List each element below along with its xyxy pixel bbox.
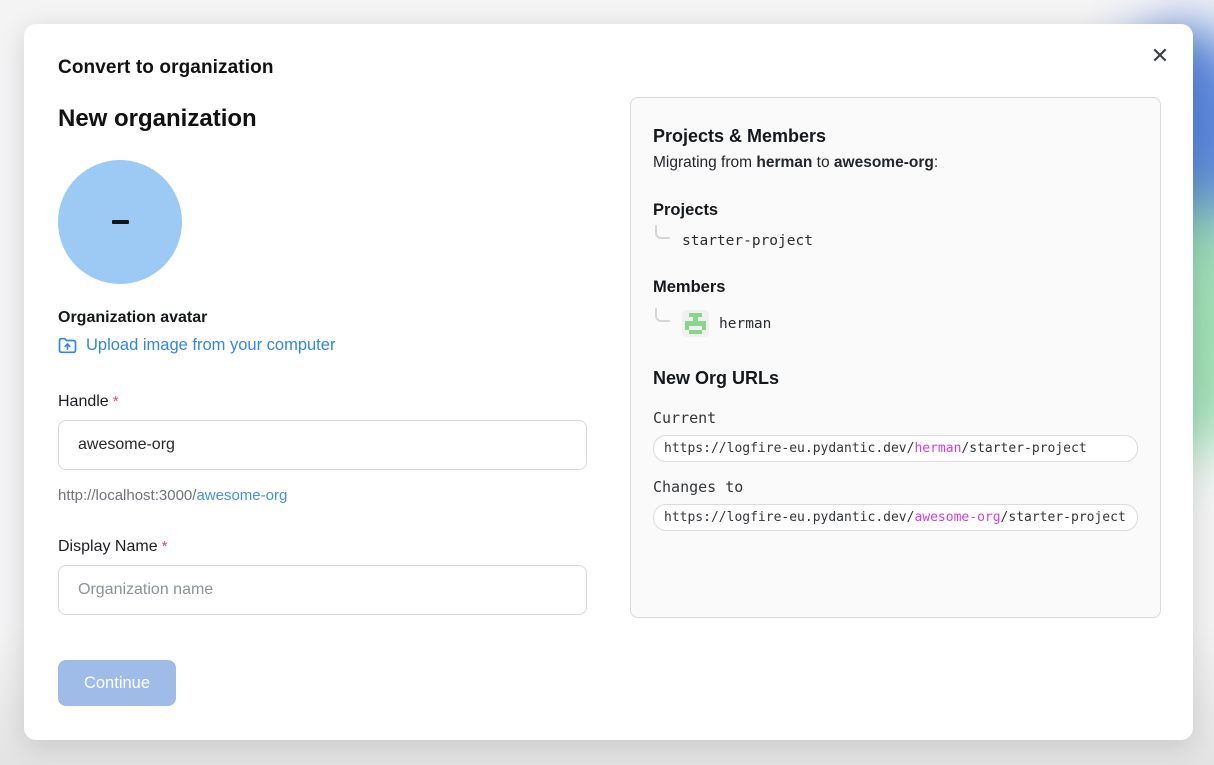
projects-heading: Projects (653, 201, 1138, 220)
display-name-input[interactable] (58, 565, 587, 615)
close-icon: ✕ (1151, 44, 1169, 69)
folder-upload-icon (58, 337, 77, 354)
url-suffix: /starter-project (961, 441, 1086, 456)
tree-branch-icon (655, 308, 670, 322)
upload-image-label: Upload image from your computer (86, 336, 335, 355)
required-asterisk: * (162, 538, 168, 555)
required-asterisk: * (113, 393, 119, 410)
avatar-label: Organization avatar (58, 309, 587, 327)
new-organization-form: New organization Organization avatar Upl… (58, 97, 587, 706)
handle-label: Handle* (58, 393, 587, 411)
member-name: herman (719, 316, 771, 332)
dialog-body: New organization Organization avatar Upl… (58, 97, 1160, 706)
url-handle-highlight: awesome-org (914, 510, 1000, 525)
url-prefix: https://logfire-eu.pydantic.dev/ (664, 510, 914, 525)
handle-input[interactable] (58, 420, 587, 470)
members-heading: Members (653, 278, 1138, 297)
new-org-urls-heading: New Org URLs (653, 368, 1138, 389)
project-name: starter-project (682, 233, 813, 249)
convert-to-organization-dialog: ✕ Convert to organization New organizati… (24, 24, 1193, 740)
panel-heading: Projects & Members (653, 126, 1138, 147)
current-url-label: Current (653, 409, 1138, 427)
url-prefix: https://logfire-eu.pydantic.dev/ (664, 441, 914, 456)
close-button[interactable]: ✕ (1143, 40, 1177, 74)
changes-to-url-label: Changes to (653, 478, 1138, 496)
migration-note: Migrating from herman to awesome-org: (653, 154, 1138, 172)
form-heading: New organization (58, 105, 587, 133)
url-suffix: /starter-project (1001, 510, 1126, 525)
handle-url-prefix: http://localhost:3000/ (58, 487, 196, 504)
projects-members-panel: Projects & Members Migrating from herman… (630, 97, 1161, 618)
display-name-label: Display Name* (58, 538, 587, 556)
handle-url-handle: awesome-org (196, 487, 287, 504)
migration-to: awesome-org (834, 154, 934, 171)
dialog-title: Convert to organization (58, 57, 1160, 79)
url-handle-highlight: herman (914, 441, 961, 456)
upload-image-link[interactable]: Upload image from your computer (58, 336, 335, 355)
member-identicon (682, 310, 709, 337)
tree-branch-icon (655, 225, 670, 239)
migration-from: herman (756, 154, 812, 171)
member-list-item: herman (653, 310, 1138, 337)
continue-button[interactable]: Continue (58, 660, 176, 706)
project-list-item: starter-project (653, 233, 1138, 249)
organization-avatar (58, 160, 182, 284)
changes-to-url-field[interactable]: https://logfire-eu.pydantic.dev/awesome-… (653, 504, 1138, 531)
handle-url-preview: http://localhost:3000/awesome-org (58, 487, 587, 504)
current-url-field[interactable]: https://logfire-eu.pydantic.dev/herman/s… (653, 435, 1138, 462)
minus-icon (112, 220, 129, 224)
